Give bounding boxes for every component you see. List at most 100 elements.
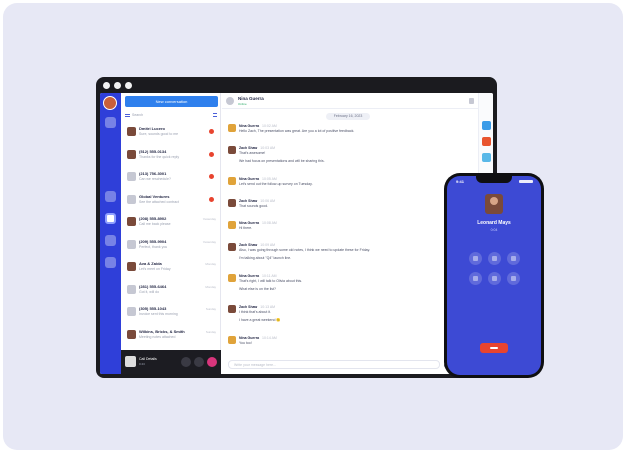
message-avatar xyxy=(228,146,236,154)
phone-notch xyxy=(476,176,512,183)
message-time: 10:11 AM xyxy=(262,274,277,278)
conversation-name: Dmitri Lucero xyxy=(139,126,166,131)
message-time: 10:08 AM xyxy=(262,221,277,225)
hold-button[interactable] xyxy=(194,357,204,367)
window-dot-minimize[interactable] xyxy=(114,82,121,89)
more-options-icon[interactable] xyxy=(469,98,474,104)
conversation-name: (305) 555-1043 xyxy=(139,306,167,311)
message-sender: Nina Guerra 10:02 AM xyxy=(239,124,277,128)
nav-rail xyxy=(100,93,121,374)
caller-photo xyxy=(485,194,503,214)
conversation-item[interactable]: (209) 555-9904 Perfect, thank you Yesterda… xyxy=(125,236,218,260)
active-call-bar[interactable]: Call Details 0:43 xyxy=(121,350,221,374)
date-divider: February 16, 2023 xyxy=(326,113,370,120)
message-sender: Nina Guerra 10:08 AM xyxy=(239,221,277,225)
inbox-icon[interactable] xyxy=(105,117,116,128)
message-input[interactable]: Write your message here... xyxy=(228,360,440,369)
conversation-avatar xyxy=(127,284,136,294)
conversation-avatar xyxy=(127,239,136,249)
notes-icon[interactable] xyxy=(482,153,491,162)
message-avatar xyxy=(228,305,236,313)
message-text-followup: I have a great weekend 🙂 xyxy=(239,318,281,322)
conversation-preview: Call me back please xyxy=(139,222,171,226)
conversation-avatar xyxy=(127,127,136,136)
message-time: 10:14 AM xyxy=(262,336,277,340)
new-conversation-button[interactable]: New conversation xyxy=(125,96,218,107)
chat-message: Nina Guerra 10:02 AM Hello Zach, The prese… xyxy=(228,124,428,137)
message-text: That's awesome! xyxy=(239,151,266,155)
messages-icon[interactable] xyxy=(105,213,116,224)
conversation-preview: See the attached contract xyxy=(139,199,179,204)
conversation-preview: Sure, sounds good to me xyxy=(139,132,179,136)
unread-badge xyxy=(209,196,214,202)
search-placeholder: Search xyxy=(132,113,144,117)
sender-name: Nina Guerra xyxy=(239,274,260,278)
conversation-avatar xyxy=(127,149,136,159)
caller-avatar xyxy=(125,356,136,367)
conversation-preview: Let's meet on Friday xyxy=(139,267,171,271)
message-text-followup: What else is on the list? xyxy=(239,287,276,291)
message-avatar xyxy=(228,221,236,229)
message-sender: Nina Guerra 10:14 AM xyxy=(239,336,277,340)
contacts-icon[interactable] xyxy=(507,272,520,285)
search-input[interactable]: Search xyxy=(125,111,217,119)
message-text-followup: I'm talking about "Q4" launch line. xyxy=(239,256,292,260)
conversation-avatar xyxy=(127,217,136,226)
conversation-item[interactable]: (213) 756-3001 Can we reschedule? xyxy=(125,168,218,192)
message-avatar xyxy=(228,177,236,185)
tag-icon[interactable] xyxy=(482,137,491,146)
conversation-item[interactable]: (281) 555-6464 Got it, will do Monday xyxy=(125,281,218,305)
message-time: 10:05 AM xyxy=(262,177,277,181)
conversation-name: (512) 555-0134 xyxy=(139,148,167,154)
end-call-button[interactable] xyxy=(480,343,508,353)
window-dot-close[interactable] xyxy=(103,82,110,89)
filter-icon[interactable] xyxy=(213,113,217,117)
caller-name: Leonard Mays xyxy=(477,220,511,226)
phone-icon[interactable] xyxy=(105,191,116,202)
conversation-name: Global Ventures xyxy=(139,193,170,199)
call-bar-title: Call Details xyxy=(139,357,157,361)
conversation-preview: Got it, will do xyxy=(139,289,160,294)
keypad-icon[interactable] xyxy=(488,252,501,265)
conversation-time: Sunday xyxy=(205,329,216,334)
conversation-preview: Invoice sent this morning xyxy=(139,312,178,316)
speaker-icon[interactable] xyxy=(507,252,520,265)
conversation-name: Wilkins, Bricks, & Smith xyxy=(139,328,185,334)
conversation-item[interactable]: Dmitri Lucero Sure, sounds good to me xyxy=(125,123,218,147)
settings-icon[interactable] xyxy=(105,257,116,268)
conversation-item[interactable]: (512) 555-0134 Thanks for the quick reply xyxy=(125,146,218,170)
hangup-button[interactable] xyxy=(207,357,217,367)
sender-name: Nina Guerra xyxy=(239,124,260,128)
message-text: You too! xyxy=(239,341,252,345)
conversation-item[interactable]: Ava & Zaida Let's meet on Friday Monday xyxy=(125,258,218,282)
conversation-item[interactable]: Global Ventures See the attached contract xyxy=(125,191,218,215)
chat-message: Nina Guerra 10:08 AM Hi there. xyxy=(228,221,428,234)
chat-message: Zach Shaw 10:13 AM I think that's about it… xyxy=(228,305,428,327)
conversation-name: (213) 756-3001 xyxy=(139,171,167,176)
user-avatar[interactable] xyxy=(103,96,117,110)
conversation-time: Monday xyxy=(205,262,216,266)
mute-button[interactable] xyxy=(181,357,191,367)
contacts-icon[interactable] xyxy=(105,235,116,246)
message-text: That's right, I will talk to Olivia abou… xyxy=(239,279,303,283)
video-icon[interactable] xyxy=(488,272,501,285)
conversation-item[interactable]: (208) 555-8902 Call me back please Yesterd… xyxy=(125,213,218,237)
mute-icon[interactable] xyxy=(469,252,482,265)
conversation-time: Monday xyxy=(205,284,216,289)
add-call-icon[interactable] xyxy=(469,272,482,285)
message-text: Also, I was going through some old notes… xyxy=(239,248,371,252)
info-icon[interactable] xyxy=(482,121,491,130)
message-avatar xyxy=(228,199,236,207)
conversation-item[interactable]: (305) 555-1043 Invoice sent this morning S… xyxy=(125,303,218,327)
chat-message: Nina Guerra 10:11 AM That's right, I will … xyxy=(228,274,428,296)
conversation-time: Yesterday xyxy=(202,217,216,221)
message-sender: Nina Guerra 10:05 AM xyxy=(239,177,277,181)
conversation-item[interactable]: Wilkins, Bricks, & Smith Meeting notes at… xyxy=(125,326,218,350)
conversation-preview: Meeting notes attached xyxy=(139,334,176,339)
conversation-avatar xyxy=(127,172,136,181)
window-dot-maximize[interactable] xyxy=(125,82,132,89)
message-time: 10:13 AM xyxy=(260,305,276,309)
unread-badge xyxy=(209,129,214,134)
sender-name: Nina Guerra xyxy=(239,177,260,181)
message-avatar xyxy=(228,124,236,132)
